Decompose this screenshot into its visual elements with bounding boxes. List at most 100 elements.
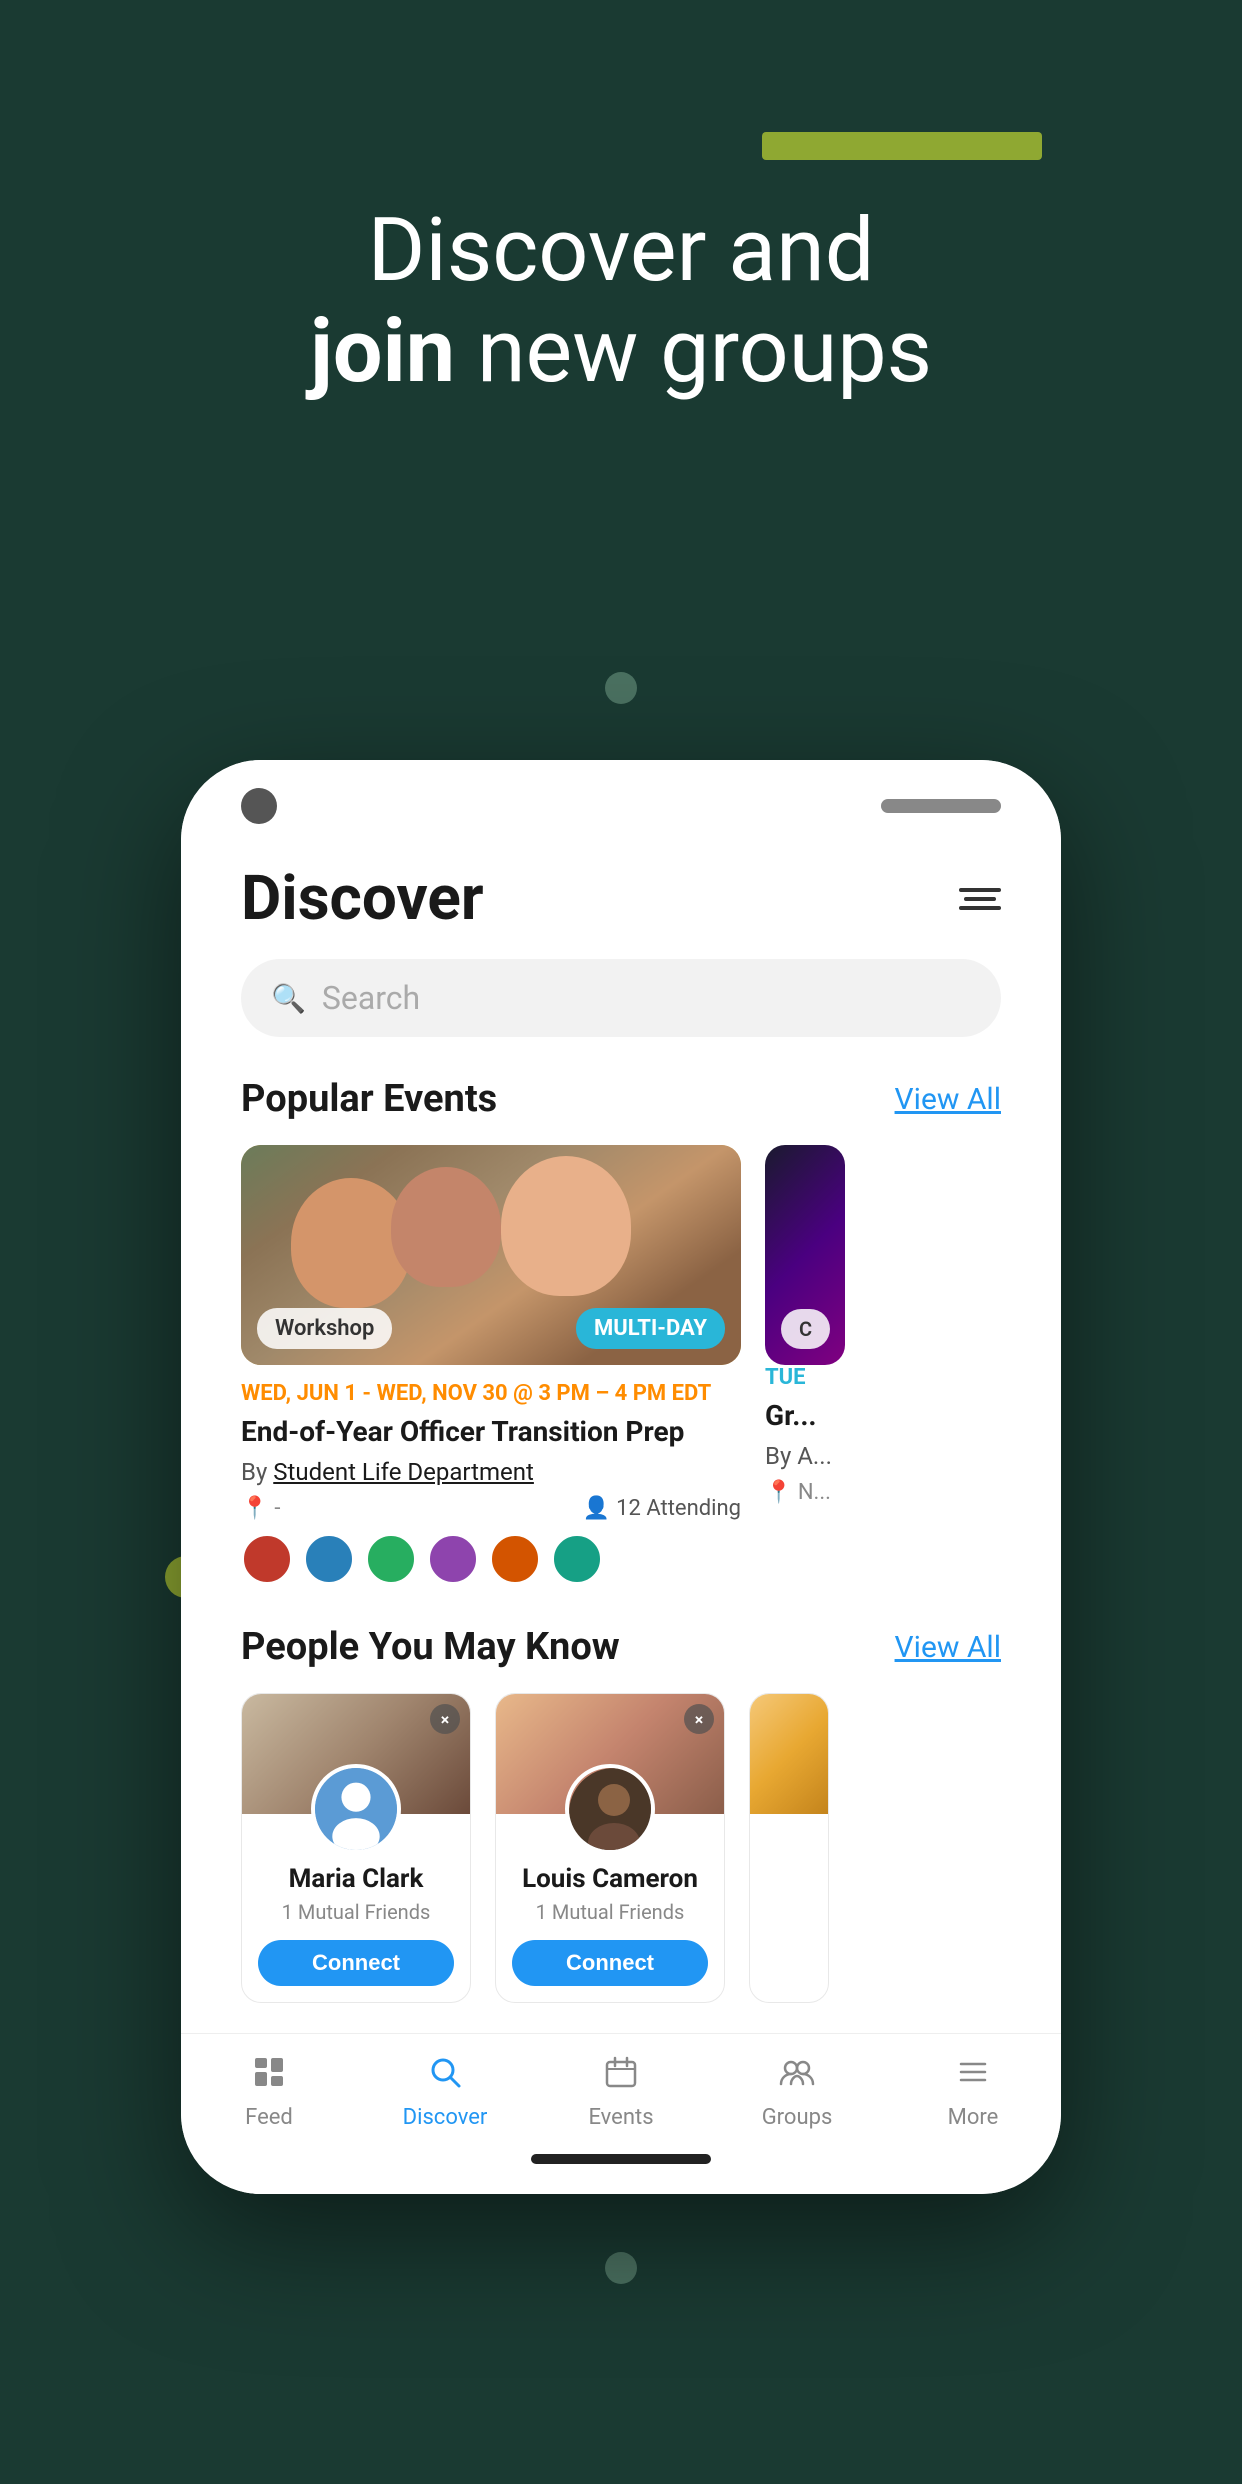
filter-line-1: [959, 888, 1001, 892]
event-organizer-1: By Student Life Department: [241, 1458, 741, 1486]
hero-title-normal: new groups: [455, 300, 932, 403]
events-section-header: Popular Events View All: [241, 1077, 1001, 1121]
feed-icon: [251, 2054, 287, 2099]
filter-line-3: [959, 906, 1001, 910]
popular-events-section: Popular Events View All: [241, 1077, 1001, 1585]
more-svg: [955, 2054, 991, 2090]
event-organizer-link-1[interactable]: Student Life Department: [273, 1458, 534, 1486]
avatar-maria-svg: [315, 1764, 397, 1854]
more-icon: [955, 2054, 991, 2099]
nav-discover[interactable]: Discover: [395, 2054, 495, 2130]
hero-section: Discover and join new groups: [0, 200, 1242, 402]
bg-dot-center: [605, 672, 637, 704]
person-mutual-louis: 1 Mutual Friends: [512, 1900, 708, 1924]
event-partial-image: C: [765, 1145, 845, 1365]
person-avatar-wrap-maria: [311, 1764, 401, 1854]
events-icon: [603, 2054, 639, 2099]
event-by-2: By A...: [765, 1442, 845, 1470]
discover-icon: [427, 2054, 463, 2099]
app-content: Discover 🔍 Search Popular Events View Al…: [181, 842, 1061, 2003]
event-location-1: 📍 -: [241, 1496, 281, 1521]
close-button-louis[interactable]: ×: [684, 1704, 714, 1734]
event-partial-badge: C: [781, 1309, 830, 1349]
attendee-avatars: [241, 1533, 741, 1585]
person-face-3: [501, 1156, 631, 1296]
people-section-header: People You May Know View All: [241, 1625, 1001, 1669]
person-card-partial[interactable]: [749, 1693, 829, 2003]
nav-groups-label: Groups: [762, 2105, 833, 2130]
attendee-avatar-1: [241, 1533, 293, 1585]
location-text-1: -: [274, 1496, 280, 1521]
filter-button[interactable]: [959, 888, 1001, 910]
search-icon: 🔍: [271, 982, 306, 1015]
phone-home-indicator: [531, 2154, 711, 2164]
person-card-louis[interactable]: ×: [495, 1693, 725, 2003]
event-card-1[interactable]: Workshop MULTI-DAY WED, JUN 1 - WED, NOV…: [241, 1145, 741, 1585]
events-scroll: Workshop MULTI-DAY WED, JUN 1 - WED, NOV…: [241, 1145, 1001, 1585]
person-mutual-maria: 1 Mutual Friends: [258, 1900, 454, 1924]
event-attending-1: 👤 12 Attending: [583, 1496, 741, 1521]
person-card-maria[interactable]: ×: [241, 1693, 471, 2003]
people-section: People You May Know View All ×: [241, 1625, 1001, 2003]
discover-svg: [427, 2054, 463, 2090]
feed-svg: [251, 2054, 287, 2090]
avatar-louis-svg: [569, 1768, 655, 1854]
close-button-maria[interactable]: ×: [430, 1704, 460, 1734]
events-view-all[interactable]: View All: [895, 1082, 1001, 1117]
event-badge-workshop: Workshop: [257, 1308, 392, 1349]
connect-button-louis[interactable]: Connect: [512, 1940, 708, 1986]
attending-count-1: 12 Attending: [616, 1496, 741, 1521]
person-face-2: [391, 1167, 501, 1287]
people-scroll: ×: [241, 1693, 1001, 2003]
groups-icon: [779, 2054, 815, 2099]
nav-events[interactable]: Events: [571, 2054, 671, 2130]
people-view-all[interactable]: View All: [895, 1630, 1001, 1665]
event-image-1: Workshop MULTI-DAY: [241, 1145, 741, 1365]
attendee-avatar-6: [551, 1533, 603, 1585]
page-title: Discover: [241, 862, 484, 935]
person-name-maria: Maria Clark: [258, 1864, 454, 1894]
person-avatar-wrap-louis: [565, 1764, 655, 1854]
nav-more-label: More: [948, 2105, 999, 2130]
nav-feed[interactable]: Feed: [219, 2054, 319, 2130]
avatar-maria: [311, 1764, 401, 1854]
person-name-louis: Louis Cameron: [512, 1864, 708, 1894]
event-date-1: WED, JUN 1 - WED, NOV 30 @ 3 PM – 4 PM E…: [241, 1381, 741, 1406]
phone-camera: [241, 788, 277, 824]
attendee-avatar-4: [427, 1533, 479, 1585]
person-card-bg-maria: ×: [242, 1694, 470, 1814]
attendee-avatar-2: [303, 1533, 355, 1585]
nav-more[interactable]: More: [923, 2054, 1023, 2130]
event-location-2: 📍 N...: [765, 1480, 845, 1505]
attending-icon: 👤: [583, 1496, 610, 1521]
attendee-avatar-3: [365, 1533, 417, 1585]
location-icon: 📍: [241, 1496, 268, 1521]
events-svg: [603, 2054, 639, 2090]
nav-events-label: Events: [588, 2105, 653, 2130]
bg-accent-bar: [762, 132, 1042, 160]
phone-top-bar: [181, 760, 1061, 842]
hero-title-bold: join: [310, 300, 455, 403]
event-meta-1: 📍 - 👤 12 Attending: [241, 1496, 741, 1521]
phone-speaker: [881, 799, 1001, 813]
events-section-title: Popular Events: [241, 1077, 497, 1121]
hero-title-line1: Discover and: [368, 199, 875, 302]
phone-mockup: Discover 🔍 Search Popular Events View Al…: [181, 760, 1061, 2194]
app-header: Discover: [241, 842, 1001, 959]
attendee-avatar-5: [489, 1533, 541, 1585]
bg-dot-bottom: [605, 2252, 637, 2284]
phone-body: Discover 🔍 Search Popular Events View Al…: [181, 760, 1061, 2194]
connect-button-maria[interactable]: Connect: [258, 1940, 454, 1986]
search-placeholder: Search: [322, 979, 420, 1017]
nav-discover-label: Discover: [403, 2105, 488, 2130]
phone-bottom-bar: [181, 2140, 1061, 2194]
event-card-2-partial[interactable]: C TUE Gr... By A... 📍 N...: [765, 1145, 845, 1585]
people-section-title: People You May Know: [241, 1625, 620, 1669]
person-card-partial-bg: [750, 1694, 828, 1814]
nav-feed-label: Feed: [245, 2105, 293, 2130]
search-bar[interactable]: 🔍 Search: [241, 959, 1001, 1037]
bottom-nav: Feed Discover: [181, 2033, 1061, 2140]
event-badge-multiday: MULTI-DAY: [576, 1308, 725, 1349]
nav-groups[interactable]: Groups: [747, 2054, 847, 2130]
avatar-louis: [565, 1764, 655, 1854]
